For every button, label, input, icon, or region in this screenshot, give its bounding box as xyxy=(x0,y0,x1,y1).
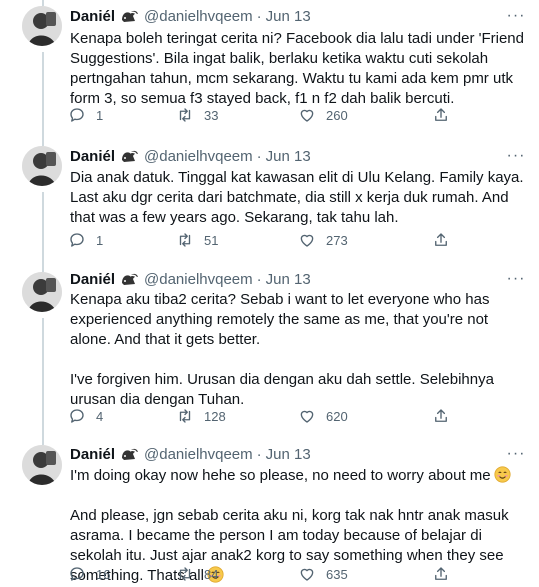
author-handle[interactable]: @danielhvqeem xyxy=(144,446,253,463)
reply-count: 4 xyxy=(96,408,104,424)
tweet-paragraph-text: I'm doing okay now hehe so please, no ne… xyxy=(70,467,491,484)
heart-icon xyxy=(300,109,314,122)
reply-icon xyxy=(70,233,84,247)
reply-button[interactable]: 1 xyxy=(68,231,103,249)
retweet-count: 51 xyxy=(204,232,219,248)
like-button[interactable]: 260 xyxy=(298,106,348,124)
retweet-count: 33 xyxy=(204,107,219,123)
retweet-count: 84 xyxy=(204,566,219,582)
share-button[interactable] xyxy=(432,106,460,124)
like-button[interactable]: 620 xyxy=(298,407,348,425)
thread-line xyxy=(42,192,44,268)
smiling-face-emoji-icon xyxy=(494,466,511,483)
reply-button[interactable]: 1 xyxy=(68,106,103,124)
separator-dot: · xyxy=(256,7,262,25)
retweet-icon xyxy=(179,409,191,423)
author-handle[interactable]: @danielhvqeem xyxy=(144,271,253,288)
like-button[interactable]: 635 xyxy=(298,565,348,583)
tweet-actions: 1 51 273 xyxy=(68,231,478,251)
reply-icon xyxy=(70,409,84,423)
reply-count: 16 xyxy=(96,566,111,582)
more-icon[interactable]: ··· xyxy=(505,269,527,289)
thread-line xyxy=(42,52,44,140)
tweet-actions: 1 33 260 xyxy=(68,106,478,126)
separator-dot: · xyxy=(256,147,262,165)
avatar[interactable] xyxy=(22,146,62,186)
retweet-button[interactable]: 84 xyxy=(176,565,218,583)
like-count: 635 xyxy=(326,566,348,582)
share-icon xyxy=(435,233,447,246)
reply-count: 1 xyxy=(96,107,104,123)
share-button[interactable] xyxy=(432,407,460,425)
tweet-paragraph: I'm doing okay now hehe so please, no ne… xyxy=(70,466,530,486)
tweet[interactable]: Daniél @danielhvqeem · Jun 13 ··· Kenapa… xyxy=(0,268,539,437)
tweet-paragraph: Kenapa aku tiba2 cerita? Sebab i want to… xyxy=(70,291,490,348)
retweet-button[interactable]: 33 xyxy=(176,106,218,124)
tweet[interactable]: Daniél @danielhvqeem · Jun 13 ··· I'm do… xyxy=(0,437,539,587)
avatar[interactable] xyxy=(22,272,62,312)
skunk-emoji-icon xyxy=(120,148,140,164)
heart-icon xyxy=(300,410,314,423)
like-count: 260 xyxy=(326,107,348,123)
retweet-count: 128 xyxy=(204,408,226,424)
share-button[interactable] xyxy=(432,231,460,249)
separator-dot: · xyxy=(256,445,262,463)
avatar[interactable] xyxy=(22,6,62,46)
tweet-paragraph: Dia anak datuk. Tinggal kat kawasan elit… xyxy=(70,169,524,226)
retweet-icon xyxy=(179,567,191,581)
tweet-actions: 4 128 620 xyxy=(68,407,478,427)
more-icon[interactable]: ··· xyxy=(505,6,527,26)
like-count: 273 xyxy=(326,232,348,248)
author-name[interactable]: Daniél xyxy=(70,148,115,165)
skunk-emoji-icon xyxy=(120,271,140,287)
share-icon xyxy=(435,567,447,580)
skunk-emoji-icon xyxy=(120,8,140,24)
thread-line xyxy=(42,318,44,437)
retweet-icon xyxy=(179,108,191,122)
separator-dot: · xyxy=(256,270,262,288)
like-count: 620 xyxy=(326,408,348,424)
tweet-date[interactable]: Jun 13 xyxy=(266,8,311,25)
share-icon xyxy=(435,108,447,121)
tweet-text: Kenapa boleh teringat cerita ni? Faceboo… xyxy=(70,29,530,109)
retweet-icon xyxy=(179,233,191,247)
tweet-actions: 16 84 635 xyxy=(68,565,478,585)
thread-line xyxy=(42,437,44,445)
tweet-date[interactable]: Jun 13 xyxy=(266,271,311,288)
more-icon[interactable]: ··· xyxy=(505,146,527,166)
tweet-paragraph: Kenapa boleh teringat cerita ni? Faceboo… xyxy=(70,30,524,107)
retweet-button[interactable]: 128 xyxy=(176,407,226,425)
heart-icon xyxy=(300,568,314,581)
tweet[interactable]: Daniél @danielhvqeem · Jun 13 ··· Kenapa… xyxy=(0,0,539,140)
share-button[interactable] xyxy=(432,565,460,583)
author-name[interactable]: Daniél xyxy=(70,446,115,463)
author-name[interactable]: Daniél xyxy=(70,271,115,288)
reply-button[interactable]: 16 xyxy=(68,565,110,583)
author-handle[interactable]: @danielhvqeem xyxy=(144,8,253,25)
more-icon[interactable]: ··· xyxy=(505,444,527,464)
share-icon xyxy=(435,409,447,422)
avatar[interactable] xyxy=(22,445,62,485)
reply-icon xyxy=(70,567,84,581)
reply-icon xyxy=(70,108,84,122)
like-button[interactable]: 273 xyxy=(298,231,348,249)
tweet-paragraph: I've forgiven him. Urusan dia dengan aku… xyxy=(70,371,494,408)
tweet[interactable]: Daniél @danielhvqeem · Jun 13 ··· Dia an… xyxy=(0,140,539,268)
tweet-text: Kenapa aku tiba2 cerita? Sebab i want to… xyxy=(70,290,530,410)
reply-button[interactable]: 4 xyxy=(68,407,103,425)
author-name[interactable]: Daniél xyxy=(70,8,115,25)
tweet-text: Dia anak datuk. Tinggal kat kawasan elit… xyxy=(70,168,530,228)
tweet-date[interactable]: Jun 13 xyxy=(266,446,311,463)
tweet-date[interactable]: Jun 13 xyxy=(266,148,311,165)
retweet-button[interactable]: 51 xyxy=(176,231,218,249)
heart-icon xyxy=(300,234,314,247)
author-handle[interactable]: @danielhvqeem xyxy=(144,148,253,165)
reply-count: 1 xyxy=(96,232,104,248)
skunk-emoji-icon xyxy=(120,446,140,462)
